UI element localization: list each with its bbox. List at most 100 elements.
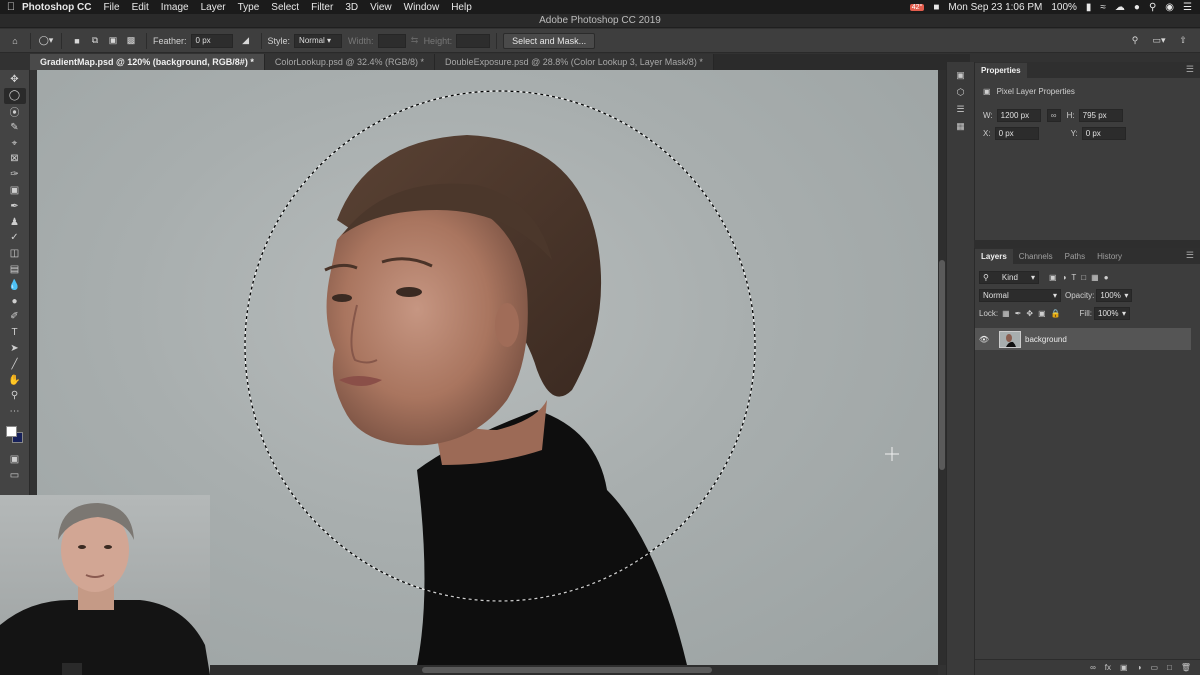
tab-layers[interactable]: Layers [975,249,1013,264]
menu-help[interactable]: Help [451,2,472,13]
intersect-selection-icon[interactable]: ▩ [122,32,140,50]
layer-name[interactable]: background [1025,335,1067,344]
home-icon[interactable]: ⌂ [6,32,24,50]
styles-panel-icon[interactable]: ▦ [952,119,970,133]
link-layers-icon[interactable]: ∞ [1090,663,1096,672]
apple-menu-icon[interactable]:  [0,1,22,13]
move-tool-icon[interactable]: ✥ [4,72,26,88]
menu-image[interactable]: Image [161,2,189,13]
filter-toggle-icon[interactable]: ● [1104,273,1109,282]
width-input[interactable] [377,33,406,48]
tab-colorlookup[interactable]: ColorLookup.psd @ 32.4% (RGB/8) * [264,54,436,70]
lasso-tool-icon[interactable]: ⦿ [4,104,26,120]
menu-edit[interactable]: Edit [132,2,149,13]
subtract-from-selection-icon[interactable]: ▣ [104,32,122,50]
menu-type[interactable]: Type [238,2,260,13]
y-field[interactable]: 0 px [1081,126,1126,140]
lock-image-icon[interactable]: ✒ [1015,309,1022,318]
canvas-vertical-scrollbar[interactable] [938,70,946,665]
clone-stamp-tool-icon[interactable]: ♟ [4,214,26,230]
battery-icon[interactable]: ▮ [1086,2,1092,13]
menu-file[interactable]: File [103,2,119,13]
height-field[interactable]: 795 px [1078,108,1123,122]
add-to-selection-icon[interactable]: ⧉ [86,32,104,50]
fill-field[interactable]: 100% ▾ [1094,306,1130,320]
menu-filter[interactable]: Filter [311,2,333,13]
gradient-tool-icon[interactable]: ▤ [4,262,26,278]
line-tool-icon[interactable]: ╱ [4,356,26,372]
visibility-eye-icon[interactable]: 👁 [975,335,993,344]
opacity-field[interactable]: 100% ▾ [1096,288,1133,302]
crop-tool-icon[interactable]: ⌖ [4,135,26,151]
pen-tool-icon[interactable]: ✐ [4,309,26,325]
tab-paths[interactable]: Paths [1059,249,1091,264]
user-avatar-icon[interactable]: ● [1134,2,1140,13]
layer-filter-select[interactable]: ⚲ Kind ▾ [979,270,1039,284]
eraser-tool-icon[interactable]: ◫ [4,246,26,262]
x-field[interactable]: 0 px [994,126,1039,140]
tab-properties[interactable]: Properties [975,63,1027,78]
history-brush-tool-icon[interactable]: ✓ [4,230,26,246]
3d-panel-icon[interactable]: ⬡ [952,85,970,99]
menu-3d[interactable]: 3D [345,2,358,13]
adjustments-panel-icon[interactable]: ☰ [952,102,970,116]
filter-smart-object-icon[interactable]: ▦ [1091,273,1099,282]
lock-all-icon[interactable]: 🔒 [1051,309,1061,318]
menu-view[interactable]: View [370,2,392,13]
quick-mask-icon[interactable]: ▣ [4,452,26,468]
healing-brush-tool-icon[interactable]: ▣ [4,183,26,199]
more-tools-icon[interactable]: ⋯ [4,404,26,420]
wifi-icon[interactable]: ≈ [1100,2,1106,13]
tab-doubleexposure[interactable]: DoubleExposure.psd @ 28.8% (Color Lookup… [435,54,714,70]
workspace-icon[interactable]: ▭▾ [1150,32,1168,50]
quick-selection-tool-icon[interactable]: ✎ [4,119,26,135]
tab-gradientmap[interactable]: GradientMap.psd @ 120% (background, RGB/… [30,54,265,70]
menu-layer[interactable]: Layer [201,2,226,13]
screen-mode-icon[interactable]: ▭ [4,467,26,483]
new-layer-icon[interactable]: □ [1167,663,1172,672]
swap-width-height-icon[interactable]: ⇆ [406,32,424,50]
clock[interactable]: Mon Sep 23 1:06 PM [948,2,1042,13]
style-select[interactable]: Normal ▾ [294,33,343,48]
add-mask-icon[interactable]: ▣ [1120,663,1128,672]
spotlight-search-icon[interactable]: ⚲ [1149,2,1156,13]
height-input[interactable] [456,33,491,48]
filter-shape-icon[interactable]: □ [1081,273,1086,282]
feather-input[interactable]: 0 px [190,33,233,48]
blur-tool-icon[interactable]: 💧 [4,277,26,293]
new-adjustment-layer-icon[interactable]: ◑ [1137,663,1142,672]
search-icon[interactable]: ⚲ [1126,32,1144,50]
notification-center-icon[interactable]: ☰ [1183,2,1192,13]
lock-transparent-icon[interactable]: ▦ [1002,309,1010,318]
menu-select[interactable]: Select [271,2,299,13]
creative-cloud-icon[interactable]: ☁ [1115,2,1125,13]
path-selection-tool-icon[interactable]: ➤ [4,341,26,357]
panel-menu-icon[interactable]: ☰ [1186,250,1194,261]
temperature-badge[interactable]: 42° [909,3,925,11]
siri-icon[interactable]: ◉ [1165,2,1174,13]
scroll-thumb[interactable] [939,260,945,470]
layer-row-background[interactable]: 👁 background [975,328,1191,350]
color-swatches[interactable] [4,424,26,446]
anti-alias-icon[interactable]: ◢ [237,32,255,50]
elliptical-marquee-tool-icon[interactable]: ◯ [3,87,26,104]
panel-menu-icon[interactable]: ☰ [1186,64,1194,75]
tab-history[interactable]: History [1091,249,1128,264]
filter-pixel-icon[interactable]: ▣ [1049,273,1057,282]
share-icon[interactable]: ⇧ [1174,32,1192,50]
foreground-color-swatch[interactable] [5,425,17,437]
zoom-tool-icon[interactable]: ⚲ [4,388,26,404]
new-selection-icon[interactable]: ■ [68,32,86,50]
new-group-icon[interactable]: ▭ [1150,663,1158,672]
battery-percent[interactable]: 100% [1051,2,1077,13]
frame-tool-icon[interactable]: ⊠ [4,151,26,167]
elliptical-marquee-preset-icon[interactable]: ◯▾ [37,32,55,50]
lock-artboard-icon[interactable]: ▣ [1038,309,1046,318]
filter-type-icon[interactable]: T [1071,273,1076,282]
width-field[interactable]: 1200 px [996,108,1041,122]
type-tool-icon[interactable]: T [4,325,26,341]
menu-window[interactable]: Window [404,2,440,13]
layer-style-icon[interactable]: fx [1105,663,1111,672]
filter-adjustment-icon[interactable]: ◑ [1062,273,1067,282]
hand-tool-icon[interactable]: ✋ [4,372,26,388]
